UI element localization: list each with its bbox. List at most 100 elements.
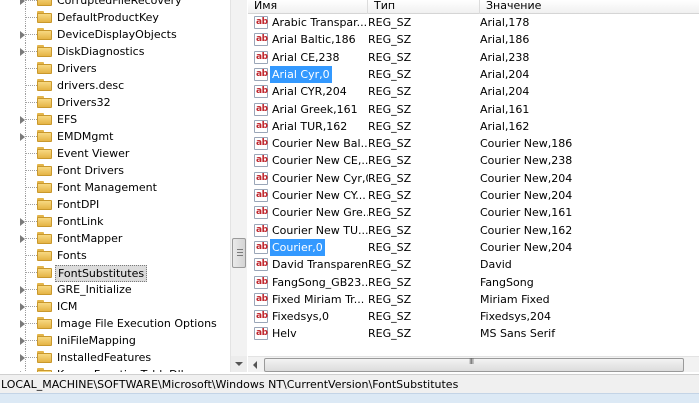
tree-item-label[interactable]: DeviceDisplayObjects (55, 26, 179, 43)
tree-item-label[interactable]: Drivers32 (55, 94, 113, 111)
expand-arrow-icon[interactable] (20, 320, 25, 328)
tree-item[interactable]: Font Management (0, 179, 230, 196)
value-name[interactable]: Courier New Bal... (270, 135, 368, 152)
tree-item-label[interactable]: Image File Execution Options (55, 315, 219, 332)
tree-item[interactable]: Event Viewer (0, 145, 230, 162)
registry-value-row[interactable]: ab Arial Cyr,0 REG_SZ Arial,204 (248, 65, 699, 83)
tree-item[interactable]: FontMapper (0, 230, 230, 247)
registry-value-row[interactable]: ab Arial Greek,161 REG_SZ Arial,161 (248, 101, 699, 118)
registry-value-row[interactable]: ab Courier New Gre... REG_SZ Courier New,16… (248, 204, 699, 221)
registry-value-row[interactable]: ab Courier New CE,... REG_SZ Courier New,23… (248, 152, 699, 169)
tree-item[interactable]: DefaultProductKey (0, 9, 230, 26)
tree-item-label[interactable]: Font Drivers (55, 162, 126, 179)
registry-value-row[interactable]: ab Arial Baltic,186 REG_SZ Arial,186 (248, 31, 699, 48)
list-horizontal-scrollbar[interactable]: III (248, 356, 699, 372)
value-name[interactable]: Arial CYR,204 (270, 83, 368, 100)
tree-item-label[interactable]: Font Management (55, 179, 159, 196)
value-name[interactable]: Courier New Gre... (270, 204, 368, 221)
tree-vertical-scrollbar[interactable] (230, 0, 247, 372)
value-name[interactable]: Courier New CE,... (270, 152, 368, 169)
tree-item[interactable]: InstalledFeatures (0, 349, 230, 366)
column-header-name[interactable]: Имя (248, 0, 368, 14)
tree-item[interactable]: Image File Execution Options (0, 315, 230, 332)
tree-item-label[interactable]: Drivers (55, 60, 99, 77)
column-header-value[interactable]: Значение (480, 0, 699, 14)
registry-value-row[interactable]: ab Courier New Cyr,0 REG_SZ Courier New,204 (248, 170, 699, 187)
tree-item-label[interactable]: DefaultProductKey (55, 9, 161, 26)
tree-item-label[interactable]: Event Viewer (55, 145, 131, 162)
scroll-down-arrow-icon[interactable] (231, 356, 247, 372)
tree-item[interactable]: DeviceDisplayObjects (0, 26, 230, 43)
registry-value-row[interactable]: ab Courier New Bal... REG_SZ Courier New,18… (248, 135, 699, 152)
value-name[interactable]: Arabic Transpar... (270, 14, 368, 31)
value-name[interactable]: Arial Cyr,0 (270, 65, 332, 83)
expand-arrow-icon[interactable] (20, 48, 25, 56)
scroll-left-arrow-icon[interactable] (248, 357, 264, 373)
value-name[interactable]: Courier New Cyr,0 (270, 170, 368, 187)
tree-item-label[interactable]: KnownFunctionTableDlls (55, 366, 191, 372)
tree-item[interactable]: Fonts (0, 247, 230, 264)
registry-value-row[interactable]: ab Fixed Miriam Tr... REG_SZ Miriam Fixed (248, 291, 699, 308)
tree-item[interactable]: EMDMgmt (0, 128, 230, 145)
tree-item-label[interactable]: EFS (55, 111, 79, 128)
tree-item-label[interactable]: GRE_Initialize (55, 281, 134, 298)
expand-arrow-icon[interactable] (20, 133, 25, 141)
tree-item[interactable]: FontSubstitutes (0, 264, 230, 282)
expand-arrow-icon[interactable] (20, 286, 25, 294)
registry-value-row[interactable]: ab Fixedsys,0 REG_SZ Fixedsys,204 (248, 308, 699, 325)
registry-value-row[interactable]: ab Courier New TU... REG_SZ Courier New,162 (248, 222, 699, 239)
tree-item-label[interactable]: Fonts (55, 247, 89, 264)
registry-value-row[interactable]: ab Arial CYR,204 REG_SZ Arial,204 (248, 83, 699, 100)
value-name[interactable]: David Transparent (270, 256, 368, 273)
registry-value-row[interactable]: ab Arial CE,238 REG_SZ Arial,238 (248, 49, 699, 66)
value-name[interactable]: Arial Baltic,186 (270, 31, 368, 48)
tree-item-label[interactable]: IniFileMapping (55, 332, 138, 349)
value-name[interactable]: Arial TUR,162 (270, 118, 368, 135)
tree-item-label[interactable]: ICM (55, 298, 79, 315)
tree-scroll-thumb[interactable] (232, 238, 246, 268)
tree-item[interactable]: Font Drivers (0, 162, 230, 179)
value-name[interactable]: Courier New TU... (270, 222, 368, 239)
tree-item-label[interactable]: FontDPI (55, 196, 101, 213)
tree-item[interactable]: DiskDiagnostics (0, 43, 230, 60)
tree-item-label[interactable]: FontLink (55, 213, 105, 230)
tree-item[interactable]: FontLink (0, 213, 230, 230)
expand-arrow-icon[interactable] (20, 116, 25, 124)
expand-arrow-icon[interactable] (20, 31, 25, 39)
tree-item[interactable]: KnownFunctionTableDlls (0, 366, 230, 372)
value-name[interactable]: Courier New CY... (270, 187, 368, 204)
registry-value-row[interactable]: ab Arial TUR,162 REG_SZ Arial,162 (248, 118, 699, 135)
tree-item[interactable]: EFS (0, 111, 230, 128)
value-name[interactable]: Fixed Miriam Tr... (270, 291, 368, 308)
registry-value-row[interactable]: ab Helv REG_SZ MS Sans Serif (248, 325, 699, 342)
tree-item[interactable]: Drivers (0, 60, 230, 77)
value-name[interactable]: FangSong_GB23... (270, 274, 368, 291)
registry-value-row[interactable]: ab Courier New CY... REG_SZ Courier New,204 (248, 187, 699, 204)
column-header-type[interactable]: Тип (368, 0, 480, 14)
registry-value-row[interactable]: ab Arabic Transpar... REG_SZ Arial,178 (248, 14, 699, 31)
expand-arrow-icon[interactable] (20, 371, 25, 372)
tree-item[interactable]: CorruptedFileRecovery (0, 0, 230, 9)
registry-key-tree[interactable]: CorruptedFileRecovery DefaultProductKey De… (0, 0, 230, 372)
expand-arrow-icon[interactable] (20, 303, 25, 311)
tree-item-label[interactable]: FontMapper (55, 230, 124, 247)
registry-value-row[interactable]: ab Courier,0 REG_SZ Courier New,204 (248, 238, 699, 256)
expand-arrow-icon[interactable] (20, 235, 25, 243)
tree-item[interactable]: FontDPI (0, 196, 230, 213)
value-name[interactable]: Arial Greek,161 (270, 101, 368, 118)
tree-item-label[interactable]: FontSubstitutes (55, 265, 148, 282)
value-name[interactable]: Fixedsys,0 (270, 308, 368, 325)
tree-item[interactable]: ICM (0, 298, 230, 315)
tree-item[interactable]: Drivers32 (0, 94, 230, 111)
tree-item[interactable]: IniFileMapping (0, 332, 230, 349)
tree-item-label[interactable]: InstalledFeatures (55, 349, 153, 366)
tree-item-label[interactable]: CorruptedFileRecovery (55, 0, 184, 9)
list-scroll-thumb[interactable]: III (264, 357, 684, 372)
value-name[interactable]: Arial CE,238 (270, 49, 368, 66)
value-name[interactable]: Courier,0 (270, 238, 325, 256)
registry-value-row[interactable]: ab David Transparent REG_SZ David (248, 256, 699, 273)
expand-arrow-icon[interactable] (20, 218, 25, 226)
tree-item[interactable]: GRE_Initialize (0, 281, 230, 298)
value-name[interactable]: Helv (270, 325, 368, 342)
expand-arrow-icon[interactable] (20, 337, 25, 345)
